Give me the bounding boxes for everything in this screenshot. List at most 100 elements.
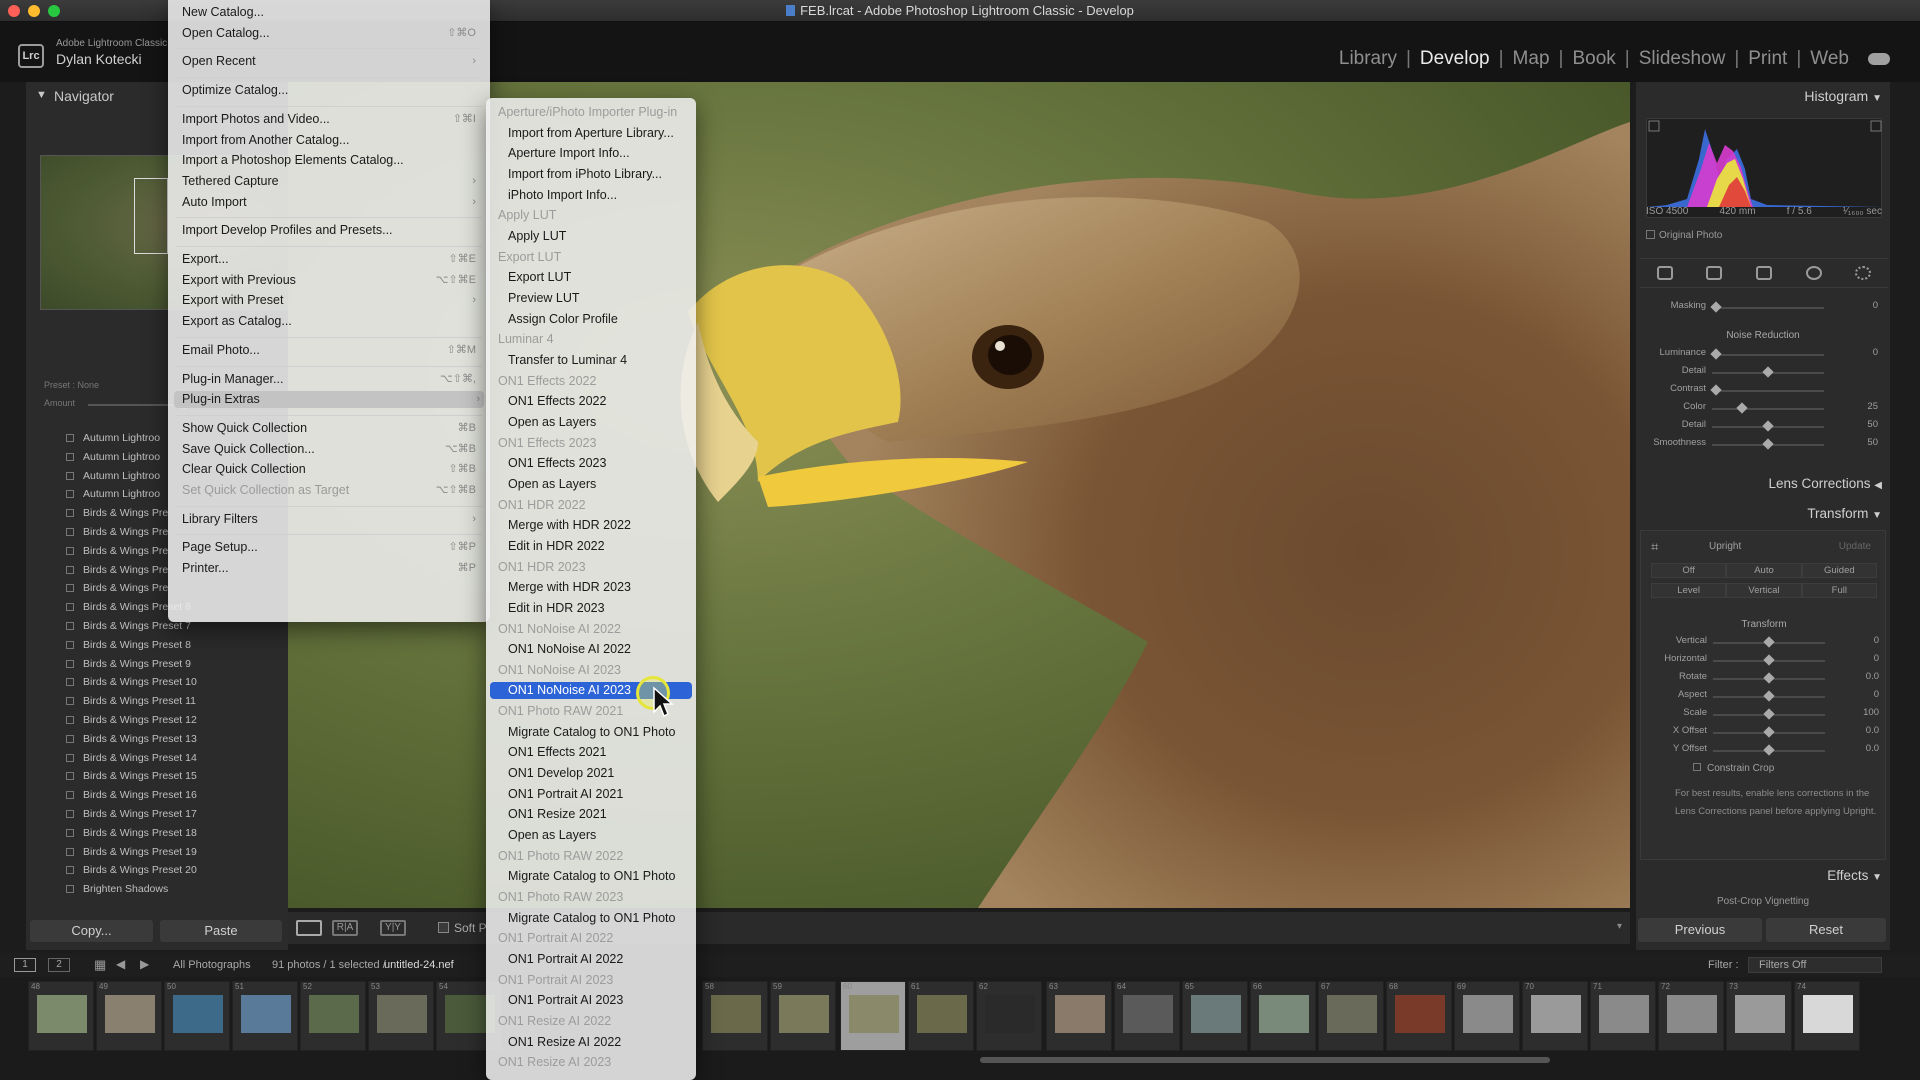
back-arrow-icon[interactable]: ◀ [116,957,125,971]
slider-value[interactable]: 0 [1874,635,1879,646]
submenu-item[interactable]: ON1 NoNoise AI 2022 [508,641,690,658]
file-menu-item[interactable]: Optimize Catalog... [182,82,480,99]
slider-value[interactable]: 50 [1867,437,1878,448]
filmstrip-thumbnail[interactable]: 63 [1046,981,1112,1051]
copy-button[interactable]: Copy... [30,920,153,942]
submenu-item[interactable]: Assign Color Profile [508,311,690,328]
histogram[interactable] [1646,118,1883,218]
filmstrip-thumbnail[interactable]: 67 [1318,981,1384,1051]
filmstrip-scrollbar[interactable] [980,1057,1550,1063]
filmstrip-thumbnail[interactable]: 58 [702,981,768,1051]
histogram-header[interactable]: Histogram ▼ [1636,88,1882,104]
highlight-clipping-toggle[interactable] [1870,120,1882,132]
slider-knob[interactable] [1763,654,1775,666]
filmstrip-thumbnail[interactable]: 69 [1454,981,1520,1051]
file-menu-item[interactable]: Tethered Capture › [182,173,480,190]
file-menu-item[interactable]: Import a Photoshop Elements Catalog... [182,152,480,169]
file-menu-item[interactable]: Show Quick Collection ⌘B [182,420,480,437]
file-menu-item[interactable]: Library Filters › [182,511,480,528]
slider-value[interactable]: 50 [1867,419,1878,430]
slider-knob[interactable] [1763,708,1775,720]
slider-knob[interactable] [1763,726,1775,738]
filmstrip-thumbnail[interactable]: 74 [1794,981,1860,1051]
file-menu-item[interactable]: Clear Quick Collection ⇧⌘B [182,461,480,478]
preset-item[interactable]: Birds & Wings Preset 15 [66,770,290,789]
previous-button[interactable]: Previous [1638,918,1762,942]
masking-icon[interactable] [1855,266,1872,280]
cloud-sync-icon[interactable] [1868,53,1890,65]
file-menu-item[interactable]: Save Quick Collection... ⌥⌘B [182,441,480,458]
module-slideshow[interactable]: Slideshow [1630,48,1735,70]
forward-arrow-icon[interactable]: ▶ [140,957,149,971]
slider-knob[interactable] [1710,384,1722,396]
slider-knob[interactable] [1710,348,1722,360]
file-menu-item[interactable]: Export with Previous ⌥⇧⌘E [182,272,480,289]
file-menu-item[interactable]: Import from Another Catalog... [182,132,480,149]
submenu-item[interactable]: ON1 Develop 2021 [508,765,690,782]
paste-button[interactable]: Paste [160,920,282,942]
file-menu-item[interactable]: Auto Import › [182,194,480,211]
slider-value[interactable]: 100 [1863,707,1879,718]
red-eye-icon[interactable] [1805,266,1822,280]
effects-header[interactable]: Effects ▼ [1636,868,1882,883]
file-menu-item[interactable]: Import Photos and Video... ⇧⌘I [182,111,480,128]
submenu-item[interactable]: iPhoto Import Info... [508,187,690,204]
reset-button[interactable]: Reset [1766,918,1886,942]
submenu-item[interactable]: Merge with HDR 2023 [508,579,690,596]
main-window-button[interactable]: 1 [14,958,36,972]
preset-item[interactable]: Birds & Wings Preset 13 [66,733,290,752]
filmstrip-thumbnail[interactable]: 48 [28,981,94,1051]
upright-off-button[interactable]: Off [1651,563,1727,578]
submenu-item[interactable]: Transfer to Luminar 4 [508,352,690,369]
file-menu-item[interactable]: Import Develop Profiles and Presets... [182,222,480,239]
before-after-split-icon[interactable]: Y|Y [380,920,406,936]
slider-knob[interactable] [1763,672,1775,684]
submenu-item[interactable]: ON1 Portrait AI 2021 [508,786,690,803]
preset-item[interactable]: Birds & Wings Preset 7 [66,620,290,639]
submenu-item[interactable]: Edit in HDR 2022 [508,538,690,555]
filmstrip-thumbnail[interactable]: 73 [1726,981,1792,1051]
submenu-item[interactable]: ON1 Resize 2021 [508,806,690,823]
slider-knob[interactable] [1763,744,1775,756]
update-button[interactable]: Update [1839,541,1871,552]
module-web[interactable]: Web [1801,48,1858,70]
preset-item[interactable]: Birds & Wings Preset 17 [66,808,290,827]
filmstrip-thumbnail[interactable]: 49 [96,981,162,1051]
file-menu-item[interactable]: Plug-in Extras › [174,391,484,409]
filmstrip-thumbnail[interactable]: 60 [840,981,906,1051]
filmstrip-thumbnail[interactable]: 59 [770,981,836,1051]
crop-icon[interactable] [1706,266,1723,280]
preset-item[interactable]: Birds & Wings Preset 11 [66,695,290,714]
source-label[interactable]: All Photographs [173,959,251,971]
filmstrip-thumbnail[interactable]: 50 [164,981,230,1051]
slider-value[interactable]: 25 [1867,401,1878,412]
upright-guided-button[interactable]: Guided [1801,563,1877,578]
filmstrip-thumbnail[interactable]: 70 [1522,981,1588,1051]
upright-tool-icon[interactable]: ⌗ [1651,539,1658,555]
file-menu-item[interactable]: Plug-in Manager... ⌥⇧⌘, [182,371,480,388]
filmstrip-thumbnail[interactable]: 65 [1182,981,1248,1051]
toolbar-menu-icon[interactable]: ▾ [1617,921,1622,932]
filmstrip-thumbnail[interactable]: 66 [1250,981,1316,1051]
file-menu-item[interactable]: Export with Preset › [182,292,480,309]
file-menu-item[interactable]: Email Photo... ⇧⌘M [182,342,480,359]
submenu-item[interactable]: Open as Layers [508,476,690,493]
submenu-item[interactable]: Open as Layers [508,827,690,844]
submenu-item[interactable]: Import from Aperture Library... [508,125,690,142]
module-library[interactable]: Library [1330,48,1406,70]
filmstrip-thumbnail[interactable]: 61 [908,981,974,1051]
slider-value[interactable]: 0.0 [1866,725,1879,736]
upright-vertical-button[interactable]: Vertical [1726,583,1802,598]
soft-proof-checkbox[interactable] [438,922,449,933]
file-menu-item[interactable]: New Catalog... [182,4,480,21]
submenu-item[interactable]: ON1 Effects 2022 [508,393,690,410]
module-map[interactable]: Map [1504,48,1559,70]
preset-item[interactable]: Brighten Shadows [66,883,290,902]
upright-auto-button[interactable]: Auto [1726,563,1802,578]
loupe-view-icon[interactable] [296,920,322,936]
slider-value[interactable]: 0 [1873,347,1878,358]
submenu-item[interactable]: Preview LUT [508,290,690,307]
slider-track[interactable] [1712,307,1824,309]
submenu-item[interactable]: Import from iPhoto Library... [508,166,690,183]
grid-view-icon[interactable]: ▦ [94,957,106,973]
